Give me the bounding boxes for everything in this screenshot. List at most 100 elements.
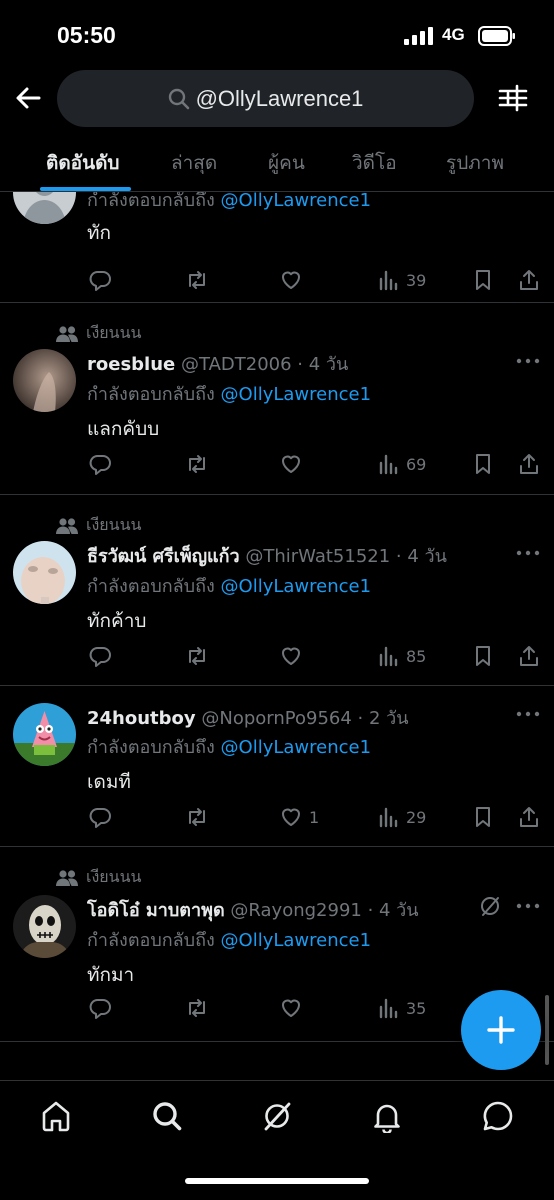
share-button[interactable] [517, 802, 541, 832]
search-input[interactable]: @OllyLawrence1 [57, 70, 474, 127]
tweet-actions: 85 [0, 641, 554, 671]
display-name[interactable]: โอดิโอ๋ มาบตาพุด [87, 900, 225, 921]
handle-and-time: @NopornPo9564 · 2 วัน [195, 708, 409, 729]
reply-button[interactable] [88, 641, 112, 671]
like-button[interactable] [279, 641, 303, 671]
views-button[interactable]: 35 [376, 993, 426, 1023]
tweet[interactable]: กำลังตอบกลับถึง @OllyLawrence1 ทัก 39 [0, 192, 554, 303]
home-icon[interactable] [39, 1099, 73, 1133]
reply-context: กำลังตอบกลับถึง @OllyLawrence1 [87, 930, 372, 951]
tweet[interactable]: 24houtboy @NopornPo9564 · 2 วัน กำลังตอบ… [0, 686, 554, 847]
tab-photos[interactable]: รูปภาพ [446, 148, 504, 178]
tweet[interactable]: เงียนนน ธีรวัฒน์ ศรีเพ็ญแก้ว @ThirWat515… [0, 495, 554, 686]
like-button[interactable] [279, 993, 303, 1023]
mention-link[interactable]: @OllyLawrence1 [221, 930, 372, 951]
tweet-text: ทักค้าบ [87, 610, 147, 632]
grok-nav-icon[interactable] [260, 1099, 294, 1133]
social-context-label: เงียนนน [86, 515, 142, 534]
display-name[interactable]: ธีรวัฒน์ ศรีเพ็ญแก้ว [87, 546, 240, 567]
social-context-label: เงียนนน [86, 323, 142, 342]
more-icon[interactable] [516, 550, 540, 556]
avatar[interactable] [13, 349, 76, 412]
views-count: 85 [406, 646, 427, 666]
notifications-icon[interactable] [370, 1099, 404, 1133]
reply-button[interactable] [88, 449, 112, 479]
views-button[interactable]: 85 [376, 641, 426, 671]
display-name[interactable]: 24houtboy [87, 708, 196, 729]
handle-and-time: @Rayong2991 · 4 วัน [224, 900, 419, 921]
retweet-button[interactable] [185, 449, 209, 479]
display-name[interactable]: roesblue [87, 354, 175, 375]
avatar[interactable] [13, 703, 76, 766]
more-icon[interactable] [516, 358, 540, 364]
people-icon [56, 325, 78, 342]
social-context: เงียนนน [56, 321, 141, 346]
avatar[interactable] [13, 541, 76, 604]
tweet[interactable]: เงียนนน roesblue @TADT2006 · 4 วัน กำลัง… [0, 303, 554, 495]
bookmark-icon [476, 807, 490, 827]
reply-icon [89, 808, 111, 828]
more-icon[interactable] [516, 903, 540, 909]
retweet-button[interactable] [185, 641, 209, 671]
views-icon [379, 646, 398, 667]
views-button[interactable]: 39 [376, 265, 426, 295]
search-icon [168, 88, 189, 109]
tweet-header: โอดิโอ๋ มาบตาพุด @Rayong2991 · 4 วัน [87, 895, 507, 924]
like-button[interactable] [279, 265, 303, 295]
status-time: 05:50 [57, 22, 116, 48]
share-button[interactable] [517, 449, 541, 479]
retweet-button[interactable] [185, 993, 209, 1023]
share-button[interactable] [517, 641, 541, 671]
retweet-icon [189, 808, 205, 826]
reply-icon [89, 455, 111, 475]
tab-top[interactable]: ติดอันดับ [46, 148, 119, 178]
reply-button[interactable] [88, 265, 112, 295]
reply-button[interactable] [88, 993, 112, 1023]
mention-link[interactable]: @OllyLawrence1 [221, 737, 372, 758]
like-button[interactable] [279, 449, 303, 479]
retweet-button[interactable] [185, 802, 209, 832]
views-button[interactable]: 69 [376, 449, 426, 479]
tab-latest[interactable]: ล่าสุด [171, 148, 217, 178]
network-type: 4G [442, 25, 465, 44]
views-count: 29 [406, 807, 427, 827]
retweet-icon [189, 647, 205, 665]
bookmark-button[interactable] [471, 641, 495, 671]
tab-videos[interactable]: วิดีโอ [352, 148, 397, 178]
home-indicator[interactable] [185, 1178, 369, 1184]
mention-link[interactable]: @OllyLawrence1 [221, 384, 372, 405]
back-arrow-icon[interactable] [12, 82, 44, 114]
retweet-icon [189, 271, 205, 289]
grok-icon[interactable] [478, 894, 502, 918]
reply-context: กำลังตอบกลับถึง @OllyLawrence1 [87, 192, 372, 211]
tweet-text: เดมที [87, 771, 131, 793]
mention-link[interactable]: @OllyLawrence1 [221, 576, 372, 597]
cellular-signal-icon [404, 27, 433, 45]
tab-people[interactable]: ผู้คน [268, 148, 305, 178]
reply-icon [89, 999, 111, 1019]
views-button[interactable]: 29 [376, 802, 426, 832]
more-icon[interactable] [516, 711, 540, 717]
bookmark-button[interactable] [471, 449, 495, 479]
like-button[interactable]: 1 [279, 802, 319, 832]
explore-icon[interactable] [150, 1099, 184, 1133]
share-button[interactable] [517, 265, 541, 295]
scrollbar[interactable] [545, 995, 549, 1065]
retweet-button[interactable] [185, 265, 209, 295]
reply-button[interactable] [88, 802, 112, 832]
mention-link[interactable]: @OllyLawrence1 [221, 192, 372, 211]
avatar[interactable] [13, 192, 76, 224]
reply-context: กำลังตอบกลับถึง @OllyLawrence1 [87, 384, 372, 405]
tweet-header: roesblue @TADT2006 · 4 วัน [87, 349, 507, 378]
compose-button[interactable] [461, 990, 541, 1070]
filter-sliders-icon[interactable] [497, 82, 529, 114]
bookmark-icon [476, 646, 490, 666]
reply-icon [89, 271, 111, 291]
bookmark-button[interactable] [471, 802, 495, 832]
tweet-feed[interactable]: กำลังตอบกลับถึง @OllyLawrence1 ทัก 39 เง… [0, 192, 554, 1080]
reply-context: กำลังตอบกลับถึง @OllyLawrence1 [87, 576, 372, 597]
bookmark-icon [476, 454, 490, 474]
messages-icon[interactable] [481, 1099, 515, 1133]
bookmark-button[interactable] [471, 265, 495, 295]
avatar[interactable] [13, 895, 76, 958]
